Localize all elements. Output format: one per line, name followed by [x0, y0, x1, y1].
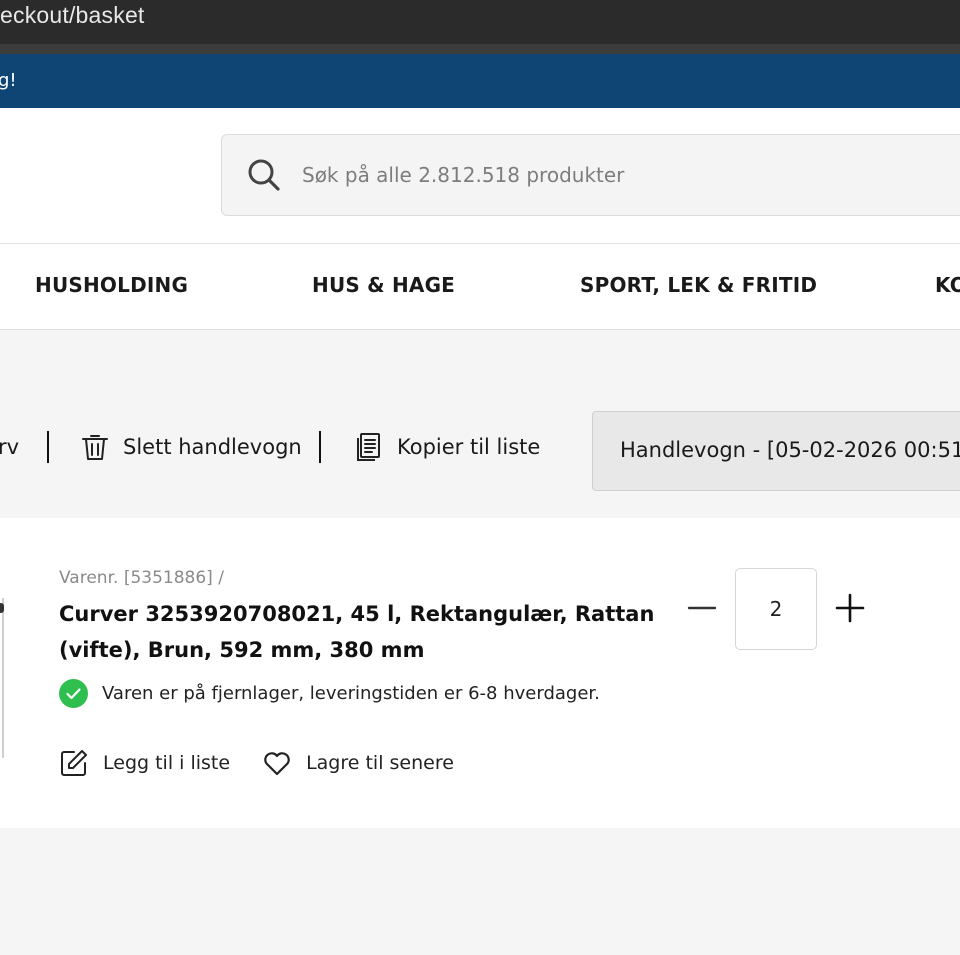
- basket-item: Varenr. [5351886] / Curver 3253920708021…: [0, 518, 960, 828]
- promo-text: g!: [0, 70, 17, 91]
- copy-list-icon: [357, 433, 380, 461]
- toolbar-divider: [47, 431, 49, 463]
- delete-basket-button[interactable]: Slett handlevogn: [79, 430, 302, 464]
- nav-item-ko[interactable]: KO: [935, 273, 960, 297]
- url-text[interactable]: eckout/basket: [0, 2, 145, 29]
- item-sku: Varenr. [5351886] /: [59, 568, 224, 588]
- nav-item-sport-lek-fritid[interactable]: SPORT, LEK & FRITID: [580, 273, 817, 297]
- toolbar-partial-action[interactable]: rv: [0, 430, 19, 464]
- delete-basket-label: Slett handlevogn: [123, 435, 302, 459]
- item-actions: Legg til i liste Lagre til senere: [59, 747, 454, 779]
- toolbar-divider: [319, 431, 321, 463]
- copy-to-list-label: Kopier til liste: [397, 435, 541, 459]
- promo-banner: g!: [0, 54, 960, 108]
- browser-chrome-strip: [0, 44, 960, 54]
- search-box[interactable]: [221, 134, 960, 216]
- browser-url-bar[interactable]: eckout/basket: [0, 0, 960, 44]
- stock-status: Varen er på fjernlager, leveringstiden e…: [59, 678, 600, 708]
- page-background: [0, 828, 960, 955]
- trash-icon: [82, 435, 108, 460]
- basket-select-value: Handlevogn - [05-02-2026 00:51:5: [620, 438, 960, 462]
- add-to-list-button[interactable]: Legg til i liste: [59, 748, 230, 778]
- basket-toolbar: rv Slett handlevogn Kopier til liste Han…: [0, 330, 960, 518]
- basket-select-dropdown[interactable]: Handlevogn - [05-02-2026 00:51:5: [592, 411, 960, 491]
- edit-icon: [61, 750, 87, 776]
- nav-item-husholding[interactable]: HUSHOLDING: [35, 273, 188, 297]
- search-input[interactable]: [302, 135, 942, 215]
- minus-icon[interactable]: [684, 590, 720, 626]
- quantity-input[interactable]: [735, 568, 817, 650]
- site-header: [0, 108, 960, 243]
- product-name-link[interactable]: Curver 3253920708021, 45 l, Rektangulær,…: [59, 596, 659, 668]
- stock-status-text: Varen er på fjernlager, leveringstiden e…: [102, 682, 600, 704]
- search-icon[interactable]: [246, 157, 282, 193]
- save-for-later-label: Lagre til senere: [306, 752, 454, 774]
- heart-icon: [264, 752, 290, 776]
- check-circle-icon: [59, 678, 88, 708]
- product-thumbnail[interactable]: [0, 598, 4, 758]
- copy-to-list-button[interactable]: Kopier til liste: [353, 430, 540, 464]
- plus-icon[interactable]: [832, 590, 868, 626]
- category-nav: HUSHOLDING HUS & HAGE SPORT, LEK & FRITI…: [0, 243, 960, 330]
- save-for-later-button[interactable]: Lagre til senere: [262, 748, 454, 778]
- product-thumbnail-detail: [0, 603, 4, 613]
- add-to-list-label: Legg til i liste: [103, 752, 231, 774]
- nav-item-hus-hage[interactable]: HUS & HAGE: [312, 273, 455, 297]
